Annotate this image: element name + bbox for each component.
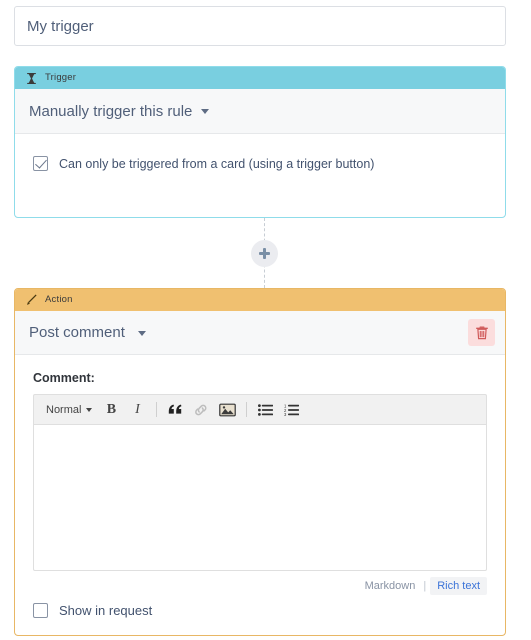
action-type-label: Post comment bbox=[29, 324, 125, 341]
rule-name-input[interactable] bbox=[14, 6, 506, 46]
chevron-down-icon bbox=[201, 108, 210, 114]
trigger-card-option-row[interactable]: Can only be triggered from a card (using… bbox=[15, 134, 505, 171]
rich-text-toolbar: Normal B I 1 2 3 bbox=[33, 394, 487, 424]
trigger-card-header-label: Trigger bbox=[45, 72, 77, 84]
comment-field-label: Comment: bbox=[33, 371, 95, 385]
format-dropdown[interactable]: Normal bbox=[42, 399, 96, 421]
quote-button[interactable] bbox=[164, 399, 186, 421]
action-card: Action Post comment Comment: Normal B I … bbox=[14, 288, 506, 636]
markdown-mode-button[interactable]: Markdown bbox=[361, 578, 420, 594]
show-in-request-label: Show in request bbox=[59, 603, 153, 618]
trigger-type-select[interactable]: Manually trigger this rule bbox=[15, 89, 505, 134]
card-connector bbox=[0, 218, 531, 288]
trigger-card: Trigger Manually trigger this rule Can o… bbox=[14, 66, 506, 218]
trash-icon bbox=[475, 325, 488, 339]
chevron-down-icon bbox=[86, 407, 93, 412]
format-dropdown-label: Normal bbox=[46, 403, 82, 416]
rich-text-mode-button[interactable]: Rich text bbox=[430, 577, 487, 595]
mode-separator: | bbox=[423, 580, 427, 592]
show-in-request-row[interactable]: Show in request bbox=[15, 601, 505, 618]
editor-mode-footer: Markdown | Rich text bbox=[33, 577, 487, 601]
magic-wand-icon bbox=[25, 294, 38, 307]
action-type-select[interactable]: Post comment bbox=[29, 324, 468, 341]
comment-editor-input[interactable] bbox=[33, 424, 487, 571]
toolbar-separator bbox=[156, 402, 158, 417]
italic-label: I bbox=[135, 401, 140, 417]
link-button[interactable] bbox=[190, 399, 212, 421]
plus-icon bbox=[259, 248, 270, 259]
trigger-from-card-label: Can only be triggered from a card (using… bbox=[59, 156, 375, 171]
bold-label: B bbox=[106, 401, 117, 417]
rule-name-field bbox=[14, 6, 506, 46]
trigger-type-label: Manually trigger this rule bbox=[29, 102, 193, 120]
numbered-list-button[interactable]: 1 2 3 bbox=[280, 399, 302, 421]
numbered-list-icon: 1 2 3 bbox=[284, 404, 299, 416]
add-component-button[interactable] bbox=[251, 240, 278, 267]
image-icon bbox=[219, 403, 236, 416]
comment-editor-block: Comment: Normal B I 1 2 3 Markdown | Ric… bbox=[15, 355, 505, 601]
action-type-row: Post comment bbox=[15, 311, 505, 355]
chevron-down-icon bbox=[138, 330, 147, 336]
bold-button[interactable]: B bbox=[100, 399, 122, 421]
editor-mode-toggle: Markdown | Rich text bbox=[361, 577, 487, 595]
automation-rule-editor: Trigger Manually trigger this rule Can o… bbox=[0, 0, 531, 640]
delete-action-button[interactable] bbox=[468, 319, 495, 346]
link-icon bbox=[195, 404, 207, 415]
bullet-list-button[interactable] bbox=[254, 399, 276, 421]
image-button[interactable] bbox=[216, 399, 238, 421]
toolbar-separator bbox=[246, 402, 248, 417]
action-card-header-label: Action bbox=[45, 294, 73, 306]
show-in-request-checkbox[interactable] bbox=[33, 603, 48, 618]
italic-button[interactable]: I bbox=[126, 399, 148, 421]
trigger-from-card-checkbox[interactable] bbox=[33, 156, 48, 171]
action-card-header: Action bbox=[15, 289, 505, 311]
svg-text:3: 3 bbox=[284, 412, 287, 416]
quote-icon bbox=[168, 404, 182, 414]
bullet-list-icon bbox=[257, 403, 273, 416]
hourglass-icon bbox=[25, 72, 38, 85]
trigger-card-header: Trigger bbox=[15, 67, 505, 89]
